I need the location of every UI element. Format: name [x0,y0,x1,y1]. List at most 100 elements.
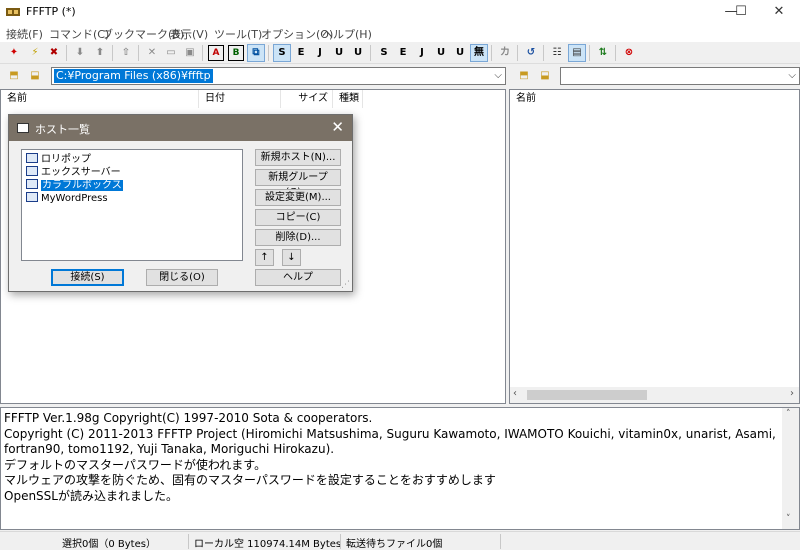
remote-open-folder-icon[interactable]: ⬓ [537,68,553,84]
detail-view-icon[interactable]: ▤ [568,44,586,62]
close-icon[interactable]: ✕ [331,118,344,136]
status-divider [500,534,501,549]
title-bar: FFFTP (*) — ☐ ✕ [0,0,800,24]
close-window-button[interactable]: ✕ [756,0,800,24]
disconnect-icon[interactable]: ✖ [46,45,62,61]
no-conversion-icon[interactable]: 無 [470,44,488,62]
toolbar-separator [370,45,371,61]
scroll-left-icon[interactable]: ‹ [513,388,517,399]
host-item[interactable]: エックスサーバー [26,166,121,179]
local-open-folder-icon[interactable]: ⬓ [27,68,43,84]
kanji-sjis-icon[interactable]: S [273,44,291,62]
help-button[interactable]: ヘルプ [255,269,341,286]
remote-path-bar: ⬒ ⬓ ⌵ [510,66,800,86]
host-item[interactable]: MyWordPress [26,192,108,205]
connect-icon[interactable]: ✦ [6,45,22,61]
local-path-combo[interactable]: C:¥Program Files (x86)¥ffftp ⌵ [51,67,506,85]
kana-convert-icon[interactable]: カ [497,45,513,61]
remote-jis-icon[interactable]: J [414,45,430,61]
connect-button[interactable]: 接続(S) [51,269,124,286]
computer-icon [26,192,38,202]
status-divider [340,534,341,549]
column-name[interactable]: 名前 [1,90,199,108]
log-line: Copyright (C) 2011-2013 FFFTP Project (H… [4,427,776,441]
toolbar-separator [66,45,67,61]
remote-utf8bom-icon[interactable]: U [452,45,468,61]
kanji-jis-icon[interactable]: J [312,45,328,61]
status-selection: 選択0個（0 Bytes） [62,539,156,550]
dialog-close-button[interactable]: 閉じる(O) [146,269,218,286]
refresh-icon[interactable]: ↺ [523,45,539,61]
remote-horizontal-scrollbar[interactable]: ‹ › [510,387,799,403]
edit-settings-button[interactable]: 設定変更(M)... [255,189,341,206]
chevron-down-icon[interactable]: ⌵ [788,70,796,81]
column-date[interactable]: 日付 [199,90,281,108]
dialog-title: ホスト一覧 [35,123,90,136]
download-icon[interactable]: ⬇ [72,45,88,61]
host-item-selected[interactable]: カラフルボックス [26,179,123,192]
local-up-folder-icon[interactable]: ⬒ [6,68,22,84]
move-up-button[interactable]: ↑ [255,249,274,266]
chevron-down-icon[interactable]: ⌵ [494,70,502,81]
scroll-down-icon[interactable]: ˅ [786,514,791,524]
menu-tools[interactable]: ツール(T) [214,26,262,42]
toolbar-separator [202,45,203,61]
menu-bar: 接続(F) コマンド(C) ブックマーク(B) 表示(V) ツール(T) オプシ… [0,24,800,42]
menu-help[interactable]: ヘルプ(H) [322,26,372,42]
log-line: FFFTP Ver.1.98g Copyright(C) 1997-2010 S… [4,411,373,425]
delete-icon[interactable]: ✕ [144,45,160,61]
status-local-free: ローカル空 110974.14M Bytes [194,539,342,550]
scroll-up-icon[interactable]: ˄ [786,409,791,419]
scroll-right-icon[interactable]: › [790,388,794,399]
toolbar-separator [112,45,113,61]
status-divider [188,534,189,549]
new-host-button[interactable]: 新規ホスト(N)... [255,149,341,166]
remote-path-combo[interactable]: ⌵ [560,67,800,85]
window-title: FFFTP (*) [26,5,76,18]
new-folder-icon[interactable]: ▣ [182,45,198,61]
resize-grip-icon[interactable]: ⋰ [341,280,350,290]
kanji-utf8-icon[interactable]: U [331,45,347,61]
auto-mode-icon[interactable]: ⧉ [247,44,265,62]
upload-icon[interactable]: ⬆ [92,45,108,61]
menu-command[interactable]: コマンド(C) [49,26,109,42]
host-item[interactable]: ロリポップ [26,153,91,166]
abort-icon[interactable]: ⊗ [621,45,637,61]
column-type[interactable]: 種類 [333,90,363,108]
message-log[interactable]: FFFTP Ver.1.98g Copyright(C) 1997-2010 S… [0,407,800,530]
list-view-icon[interactable]: ☷ [549,45,565,61]
column-size[interactable]: サイズ [281,90,333,108]
ascii-mode-icon[interactable]: A [208,45,224,61]
toolbar-separator [517,45,518,61]
dialog-title-bar[interactable]: ホスト一覧 ✕ [9,115,352,141]
remote-euc-icon[interactable]: E [395,45,411,61]
sync-folders-icon[interactable]: ⇅ [595,45,611,61]
log-line: マルウェアの攻撃を防ぐため、固有のマスターパスワードを設定することをおすすめしま… [4,473,496,487]
column-name[interactable]: 名前 [510,90,796,108]
toolbar-separator [138,45,139,61]
remote-utf8-icon[interactable]: U [433,45,449,61]
kanji-euc-icon[interactable]: E [293,45,309,61]
remote-file-list[interactable]: 名前 ‹ › [509,89,800,404]
kanji-utf8bom-icon[interactable]: U [350,45,366,61]
log-line: fortran90, tomo1192, Yuji Tanaka, Morigu… [4,442,335,456]
remote-sjis-icon[interactable]: S [376,45,392,61]
new-group-button[interactable]: 新規グループ(G)... [255,169,341,198]
scroll-thumb[interactable] [527,390,647,400]
log-line: OpenSSLが読み込まれました。 [4,489,178,503]
host-list[interactable]: ロリポップ エックスサーバー カラフルボックス MyWordPress [21,149,243,261]
ffftp-app-icon [6,8,20,16]
copy-button[interactable]: コピー(C) [255,209,341,226]
binary-mode-icon[interactable]: B [228,45,244,61]
rename-icon[interactable]: ▭ [163,45,179,61]
quick-connect-icon[interactable]: ⚡ [27,45,43,61]
menu-view[interactable]: 表示(V) [170,26,208,42]
remote-up-folder-icon[interactable]: ⬒ [516,68,532,84]
mirror-upload-icon[interactable]: ⇧ [118,45,134,61]
local-path-value: C:¥Program Files (x86)¥ffftp [54,69,213,83]
menu-connect[interactable]: 接続(F) [6,26,43,42]
move-down-button[interactable]: ↓ [282,249,301,266]
delete-button[interactable]: 削除(D)... [255,229,341,246]
status-bar: 選択0個（0 Bytes） ローカル空 110974.14M Bytes 転送待… [0,531,800,550]
log-scrollbar[interactable]: ˄ ˅ [782,408,799,529]
